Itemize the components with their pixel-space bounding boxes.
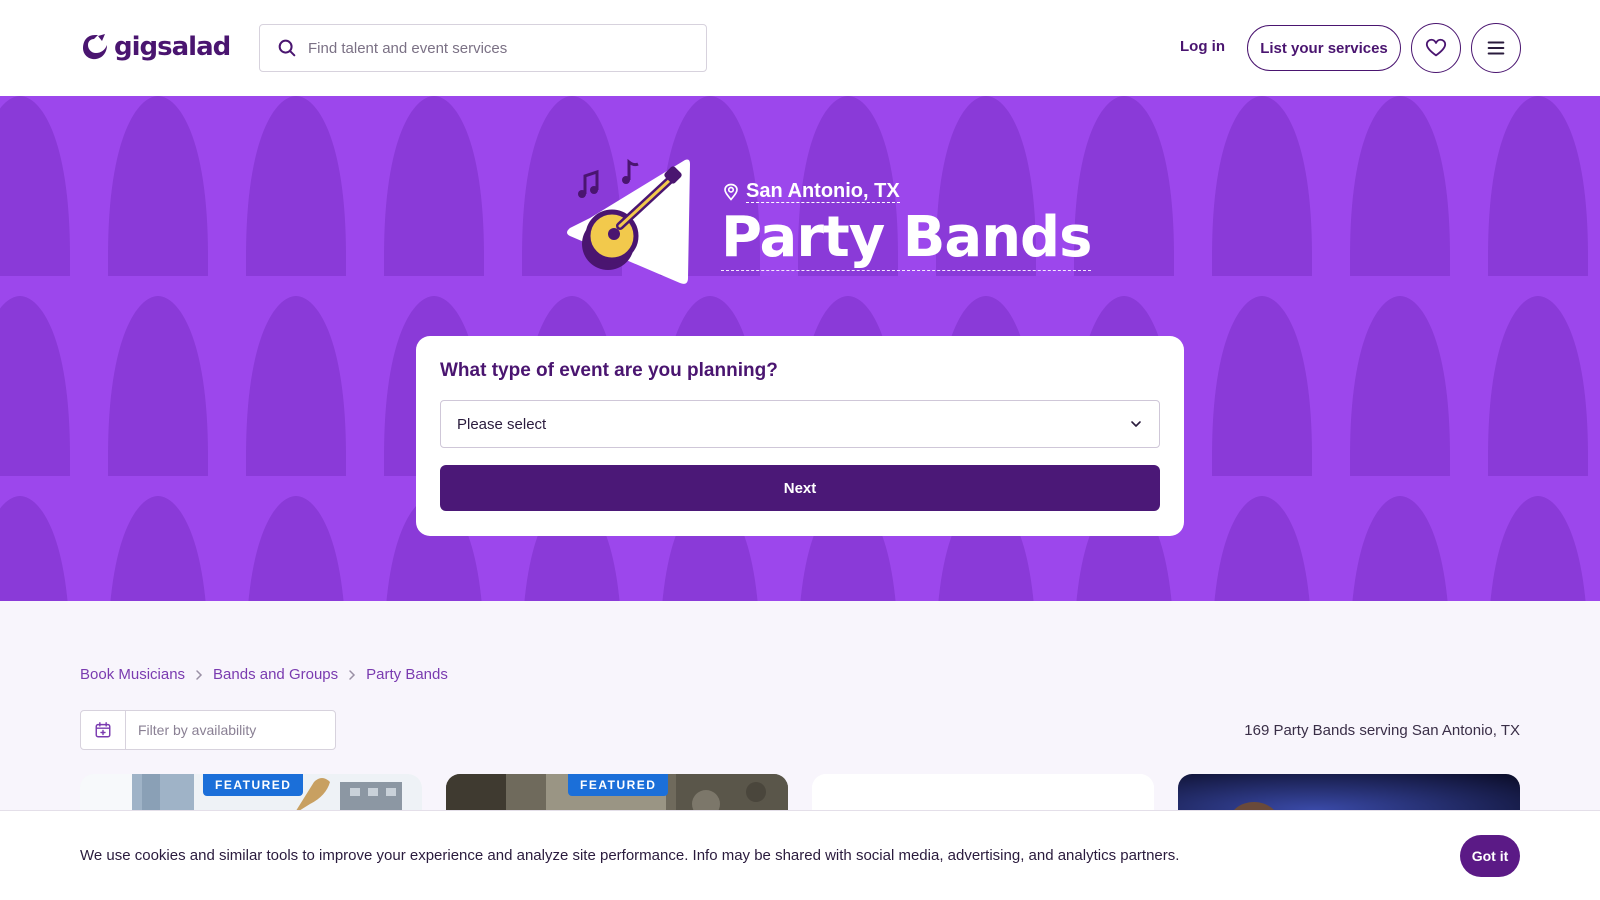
logo-wordmark: gigsalad [114, 32, 231, 62]
site-header: gigsalad Log in List your services [0, 0, 1600, 96]
featured-badge: FEATURED [568, 774, 669, 796]
location-pin-icon [724, 183, 738, 201]
breadcrumb-bands-and-groups[interactable]: Bands and Groups [213, 666, 338, 683]
menu-button[interactable] [1471, 23, 1521, 73]
location-selector[interactable]: San Antonio, TX [722, 180, 900, 203]
event-type-select[interactable]: Please select [440, 400, 1160, 448]
availability-filter[interactable]: Filter by availability [80, 710, 336, 750]
breadcrumb-party-bands[interactable]: Party Bands [366, 666, 448, 683]
location-text[interactable]: San Antonio, TX [746, 180, 900, 203]
gigsalad-logo-icon [83, 34, 107, 60]
hamburger-menu-icon [1487, 41, 1505, 55]
event-type-question: What type of event are you planning? [440, 360, 778, 381]
event-type-card: What type of event are you planning? Ple… [416, 336, 1184, 536]
search-bar[interactable] [259, 24, 707, 72]
gigsalad-logo[interactable]: gigsalad [80, 32, 231, 62]
next-button[interactable]: Next [440, 465, 1160, 511]
list-your-services-button[interactable]: List your services [1247, 25, 1401, 71]
featured-badge: FEATURED [203, 774, 304, 796]
guitar-illustration [567, 158, 690, 284]
event-type-select-value: Please select [457, 415, 547, 433]
hero-banner: San Antonio, TX Party Bands What type of… [0, 96, 1600, 601]
heart-icon [1425, 38, 1447, 57]
search-icon [278, 39, 296, 57]
favorites-button[interactable] [1411, 23, 1461, 73]
availability-filter-placeholder: Filter by availability [138, 722, 257, 738]
login-link[interactable]: Log in [1180, 38, 1225, 55]
calendar-icon [95, 722, 111, 738]
calendar-button[interactable] [81, 711, 126, 749]
chevron-right-icon [349, 669, 356, 680]
result-count: 169 Party Bands serving San Antonio, TX [1244, 722, 1520, 739]
search-input[interactable] [308, 39, 688, 57]
cookie-banner: We use cookies and similar tools to impr… [0, 810, 1600, 900]
cookie-message: We use cookies and similar tools to impr… [80, 847, 1180, 864]
chevron-down-icon [1131, 421, 1141, 427]
breadcrumb: Book Musicians Bands and Groups Party Ba… [80, 666, 448, 683]
breadcrumb-book-musicians[interactable]: Book Musicians [80, 666, 185, 683]
chevron-right-icon [196, 669, 203, 680]
got-it-button[interactable]: Got it [1460, 835, 1520, 877]
page-title[interactable]: Party Bands [721, 208, 1092, 271]
